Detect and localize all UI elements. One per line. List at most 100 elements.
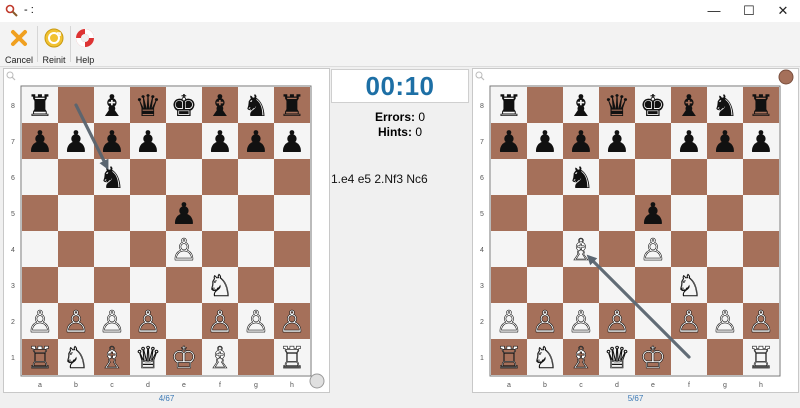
board-square-f5[interactable] [671, 195, 707, 231]
white-pawn-piece[interactable]: ♙ [206, 305, 234, 341]
board-square-e7[interactable] [635, 123, 671, 159]
white-pawn-piece[interactable]: ♙ [242, 305, 270, 341]
help-button[interactable]: Help [72, 25, 98, 65]
white-pawn-piece[interactable]: ♙ [170, 233, 198, 269]
board-square-b6[interactable] [527, 159, 563, 195]
black-knight-piece[interactable]: ♞ [243, 89, 270, 124]
board-square-d4[interactable] [130, 231, 166, 267]
right-chess-board[interactable]: ♜ ♝ ♛ ♚ ♝ ♞ ♜♟ ♟ ♟ ♟ ♟ ♟ ♟♞♟♗ ♙♘♙ ♙ ♙ ♙ ♙ ♙ ♙♖ ♘ ♗ ♕ ♔ ♖a8b7c6d5… [473, 69, 800, 394]
black-pawn-piece[interactable]: ♟ [243, 125, 270, 160]
board-square-h4[interactable] [743, 231, 779, 267]
board-square-h5[interactable] [743, 195, 779, 231]
board-square-c4[interactable] [94, 231, 130, 267]
board-square-a6[interactable] [491, 159, 527, 195]
black-rook-piece[interactable]: ♜ [748, 89, 775, 124]
white-knight-piece[interactable]: ♘ [675, 269, 703, 305]
black-bishop-piece[interactable]: ♝ [568, 89, 595, 124]
board-square-f4[interactable] [671, 231, 707, 267]
board-square-h6[interactable] [743, 159, 779, 195]
board-square-b8[interactable] [527, 87, 563, 123]
white-pawn-piece[interactable]: ♙ [98, 305, 126, 341]
white-bishop-piece[interactable]: ♗ [98, 341, 126, 377]
board-square-d4[interactable] [599, 231, 635, 267]
board-square-c5[interactable] [563, 195, 599, 231]
black-pawn-piece[interactable]: ♟ [748, 125, 775, 160]
black-bishop-piece[interactable]: ♝ [99, 89, 126, 124]
board-square-e3[interactable] [635, 267, 671, 303]
white-pawn-piece[interactable]: ♙ [134, 305, 162, 341]
board-square-a5[interactable] [22, 195, 58, 231]
white-king-piece[interactable]: ♔ [639, 341, 667, 377]
black-pawn-piece[interactable]: ♟ [171, 197, 198, 232]
board-square-f5[interactable] [202, 195, 238, 231]
black-pawn-piece[interactable]: ♟ [135, 125, 162, 160]
board-square-h6[interactable] [274, 159, 310, 195]
board-square-b6[interactable] [58, 159, 94, 195]
cancel-button[interactable]: Cancel [4, 25, 34, 65]
black-pawn-piece[interactable]: ♟ [568, 125, 595, 160]
black-king-piece[interactable]: ♚ [171, 89, 198, 124]
board-square-a4[interactable] [22, 231, 58, 267]
board-square-g5[interactable] [707, 195, 743, 231]
board-square-a3[interactable] [22, 267, 58, 303]
black-king-piece[interactable]: ♚ [640, 89, 667, 124]
minimize-button[interactable]: — [697, 0, 731, 22]
white-pawn-piece[interactable]: ♙ [675, 305, 703, 341]
white-pawn-piece[interactable]: ♙ [747, 305, 775, 341]
white-pawn-piece[interactable]: ♙ [603, 305, 631, 341]
white-pawn-piece[interactable]: ♙ [567, 305, 595, 341]
black-queen-piece[interactable]: ♛ [135, 89, 162, 124]
black-pawn-piece[interactable]: ♟ [676, 125, 703, 160]
black-pawn-piece[interactable]: ♟ [279, 125, 306, 160]
board-square-b3[interactable] [58, 267, 94, 303]
reinit-button[interactable]: Reinit [40, 25, 68, 65]
black-rook-piece[interactable]: ♜ [496, 89, 523, 124]
white-knight-piece[interactable]: ♘ [62, 341, 90, 377]
board-zoom-icon[interactable] [475, 71, 485, 81]
white-rook-piece[interactable]: ♖ [26, 341, 54, 377]
white-bishop-piece[interactable]: ♗ [206, 341, 234, 377]
black-knight-piece[interactable]: ♞ [568, 161, 595, 196]
white-rook-piece[interactable]: ♖ [278, 341, 306, 377]
black-bishop-piece[interactable]: ♝ [676, 89, 703, 124]
white-king-piece[interactable]: ♔ [170, 341, 198, 377]
board-square-b4[interactable] [58, 231, 94, 267]
board-square-e6[interactable] [635, 159, 671, 195]
board-square-d6[interactable] [130, 159, 166, 195]
black-pawn-piece[interactable]: ♟ [496, 125, 523, 160]
white-rook-piece[interactable]: ♖ [747, 341, 775, 377]
black-pawn-piece[interactable]: ♟ [604, 125, 631, 160]
left-chess-board[interactable]: ♜ ♝ ♛ ♚ ♝ ♞ ♜♟ ♟ ♟ ♟ ♟ ♟ ♟♞♟♙♘♙ ♙ ♙ ♙ ♙ ♙ ♙♖ ♘ ♗ ♕ ♔ ♗ ♖a8b7c6d5… [4, 69, 331, 394]
board-square-g3[interactable] [238, 267, 274, 303]
board-square-c3[interactable] [563, 267, 599, 303]
board-square-e2[interactable] [166, 303, 202, 339]
board-square-a6[interactable] [22, 159, 58, 195]
black-pawn-piece[interactable]: ♟ [63, 125, 90, 160]
white-knight-piece[interactable]: ♘ [531, 341, 559, 377]
board-square-h3[interactable] [743, 267, 779, 303]
black-pawn-piece[interactable]: ♟ [640, 197, 667, 232]
board-square-d6[interactable] [599, 159, 635, 195]
white-pawn-piece[interactable]: ♙ [639, 233, 667, 269]
white-pawn-piece[interactable]: ♙ [62, 305, 90, 341]
board-square-e7[interactable] [166, 123, 202, 159]
board-square-a4[interactable] [491, 231, 527, 267]
board-square-h3[interactable] [274, 267, 310, 303]
black-pawn-piece[interactable]: ♟ [27, 125, 54, 160]
board-square-e3[interactable] [166, 267, 202, 303]
board-square-f4[interactable] [202, 231, 238, 267]
black-pawn-piece[interactable]: ♟ [532, 125, 559, 160]
board-square-g3[interactable] [707, 267, 743, 303]
white-pawn-piece[interactable]: ♙ [531, 305, 559, 341]
board-square-g6[interactable] [707, 159, 743, 195]
board-square-c3[interactable] [94, 267, 130, 303]
board-square-g1[interactable] [238, 339, 274, 375]
white-pawn-piece[interactable]: ♙ [278, 305, 306, 341]
black-pawn-piece[interactable]: ♟ [712, 125, 739, 160]
white-queen-piece[interactable]: ♕ [603, 341, 631, 377]
white-rook-piece[interactable]: ♖ [495, 341, 523, 377]
board-square-a5[interactable] [491, 195, 527, 231]
black-rook-piece[interactable]: ♜ [279, 89, 306, 124]
close-button[interactable]: ✕ [766, 0, 800, 22]
board-square-b5[interactable] [527, 195, 563, 231]
